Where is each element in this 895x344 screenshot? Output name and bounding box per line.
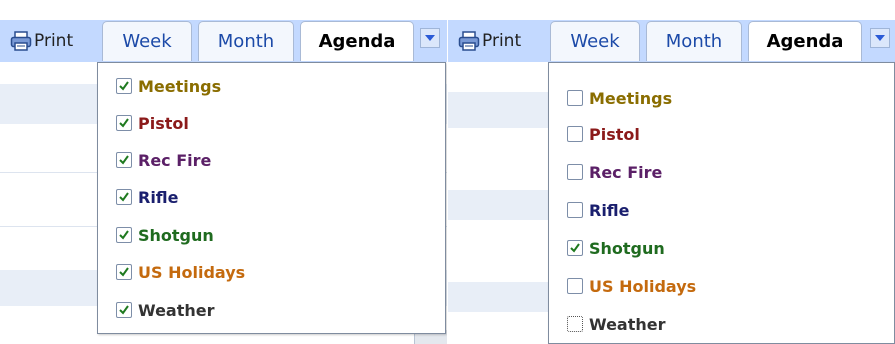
calendar-item-rec-fire[interactable]: Rec Fire (567, 159, 662, 185)
check-icon (119, 267, 129, 277)
calendar-item-rifle[interactable]: Rifle (116, 184, 179, 210)
check-icon (119, 230, 129, 240)
checkbox[interactable] (567, 90, 583, 106)
right-panel: Print Week Month Agenda Meetings Pistol … (448, 0, 895, 344)
tab-week[interactable]: Week (550, 21, 640, 61)
print-label: Print (482, 31, 522, 51)
calendar-item-pistol[interactable]: Pistol (567, 121, 640, 147)
print-button[interactable]: Print (458, 31, 521, 51)
checkbox[interactable] (567, 126, 583, 142)
chevron-down-icon (425, 35, 435, 41)
calendar-item-us-holidays[interactable]: US Holidays (567, 273, 696, 299)
checkbox[interactable] (116, 264, 132, 280)
left-panel: Print Week Month Agenda Meetings Pistol … (0, 0, 447, 344)
tab-month[interactable]: Month (198, 21, 294, 61)
calendar-item-meetings[interactable]: Meetings (567, 85, 672, 111)
checkbox[interactable] (116, 78, 132, 94)
calendar-list-dropdown: Meetings Pistol Rec Fire Rifle Shotgun U… (97, 62, 446, 334)
print-button[interactable]: Print (10, 31, 73, 51)
calendar-item-rifle[interactable]: Rifle (567, 197, 630, 223)
check-icon (119, 81, 129, 91)
check-icon (570, 243, 580, 253)
check-icon (119, 192, 129, 202)
check-icon (119, 118, 129, 128)
printer-icon (458, 31, 480, 51)
check-icon (119, 155, 129, 165)
checkbox[interactable] (116, 227, 132, 243)
tab-week[interactable]: Week (102, 21, 192, 61)
checkbox[interactable] (116, 115, 132, 131)
checkbox[interactable] (567, 240, 583, 256)
checkbox[interactable] (116, 302, 132, 318)
chevron-down-icon (875, 35, 885, 41)
calendar-item-pistol[interactable]: Pistol (116, 110, 189, 136)
calendar-list-dropdown: Meetings Pistol Rec Fire Rifle Shotgun U… (548, 62, 895, 344)
calendar-item-rec-fire[interactable]: Rec Fire (116, 147, 211, 173)
print-label: Print (34, 31, 74, 51)
checkbox[interactable] (567, 278, 583, 294)
tab-month[interactable]: Month (646, 21, 742, 61)
check-icon (119, 305, 129, 315)
checkbox[interactable] (567, 316, 583, 332)
checkbox[interactable] (116, 189, 132, 205)
checkbox[interactable] (567, 202, 583, 218)
calendar-item-weather[interactable]: Weather (116, 297, 215, 323)
calendar-item-shotgun[interactable]: Shotgun (116, 222, 214, 248)
calendar-dropdown-button[interactable] (420, 28, 440, 48)
calendar-item-us-holidays[interactable]: US Holidays (116, 259, 245, 285)
tab-agenda[interactable]: Agenda (748, 21, 862, 61)
checkbox[interactable] (116, 152, 132, 168)
calendar-item-shotgun[interactable]: Shotgun (567, 235, 665, 261)
calendar-item-weather[interactable]: Weather (567, 311, 666, 337)
calendar-item-meetings[interactable]: Meetings (116, 73, 221, 99)
checkbox[interactable] (567, 164, 583, 180)
tab-agenda[interactable]: Agenda (300, 21, 414, 61)
calendar-dropdown-button[interactable] (870, 28, 890, 48)
printer-icon (10, 31, 32, 51)
